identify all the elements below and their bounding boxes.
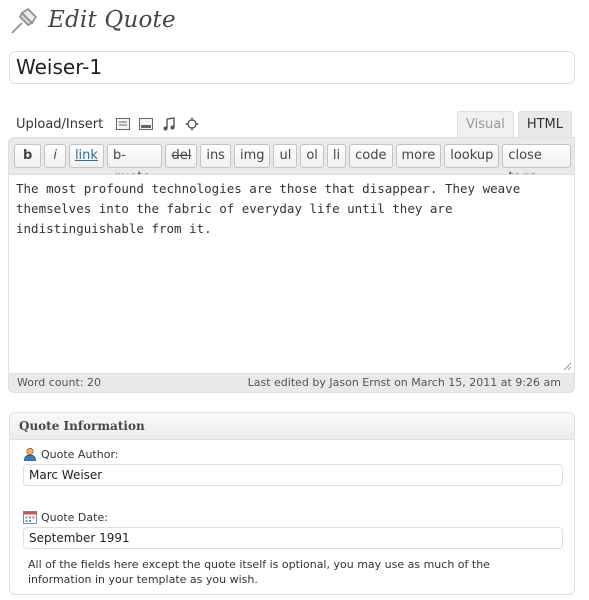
content-textarea[interactable]: The most profound technologies are those… <box>9 174 574 374</box>
page-header: Edit Quote <box>8 2 176 38</box>
quicktag-ins-button[interactable]: ins <box>200 144 231 168</box>
user-icon <box>24 447 36 461</box>
add-video-icon[interactable] <box>138 116 154 132</box>
quicktag-blockquote-button[interactable]: b-quote <box>106 144 163 185</box>
calendar-icon <box>23 511 37 524</box>
quicktag-bold-button[interactable]: b <box>14 144 42 168</box>
upload-insert-label: Upload/Insert <box>16 116 104 132</box>
quote-information-heading[interactable]: Quote Information <box>10 413 574 440</box>
help-text: All of the fields here except the quote … <box>28 558 490 586</box>
quote-information-box: Quote Information Quote Author: Marc Wei… <box>9 412 575 595</box>
quicktag-ul-button[interactable]: ul <box>273 144 298 168</box>
add-image-icon[interactable] <box>115 116 131 132</box>
quote-author-input[interactable]: Marc Weiser <box>23 464 563 486</box>
title-input[interactable]: Weiser-1 <box>9 51 575 84</box>
quote-date-input[interactable]: September 1991 <box>23 527 563 549</box>
tab-visual[interactable]: Visual <box>457 111 514 137</box>
word-count: Word count: 20 <box>17 376 102 389</box>
quicktag-italic-button[interactable]: i <box>44 144 66 168</box>
quicktag-del-button[interactable]: del <box>165 144 198 168</box>
quote-date-label: Quote Date: <box>41 510 108 524</box>
quicktag-lookup-button[interactable]: lookup <box>444 144 500 168</box>
quicktag-close-tags-button[interactable]: close tags <box>502 144 571 185</box>
quicktag-li-button[interactable]: li <box>326 144 347 168</box>
content-text: The most profound technologies are those… <box>16 181 521 236</box>
page-title: Edit Quote <box>48 7 176 33</box>
quicktag-code-button[interactable]: code <box>349 144 393 168</box>
quicktag-more-button[interactable]: more <box>395 144 442 168</box>
editor: b i link b-quote del ins img ul ol li co… <box>8 137 575 393</box>
editor-tabs: Visual HTML <box>457 111 576 137</box>
quote-date-label-row: Quote Date: <box>23 510 108 524</box>
quote-author-label-row: Quote Author: <box>23 447 118 461</box>
last-edited: Last edited by Jason Ernst on March 15, … <box>247 376 561 389</box>
tab-html[interactable]: HTML <box>517 111 572 137</box>
quote-author-label: Quote Author: <box>41 447 119 461</box>
quicktag-ol-button[interactable]: ol <box>300 144 324 168</box>
resize-handle-icon[interactable] <box>563 362 572 371</box>
editor-status-bar: Word count: 20 Last edited by Jason Erns… <box>9 374 574 392</box>
media-bar: Upload/Insert <box>16 114 207 134</box>
pushpin-icon <box>11 7 38 34</box>
quicktags-toolbar: b i link b-quote del ins img ul ol li co… <box>9 138 574 185</box>
quicktag-img-button[interactable]: img <box>233 144 271 168</box>
add-media-icon[interactable] <box>184 116 200 132</box>
add-audio-icon[interactable] <box>161 116 177 132</box>
quicktag-link-button[interactable]: link <box>68 144 104 168</box>
